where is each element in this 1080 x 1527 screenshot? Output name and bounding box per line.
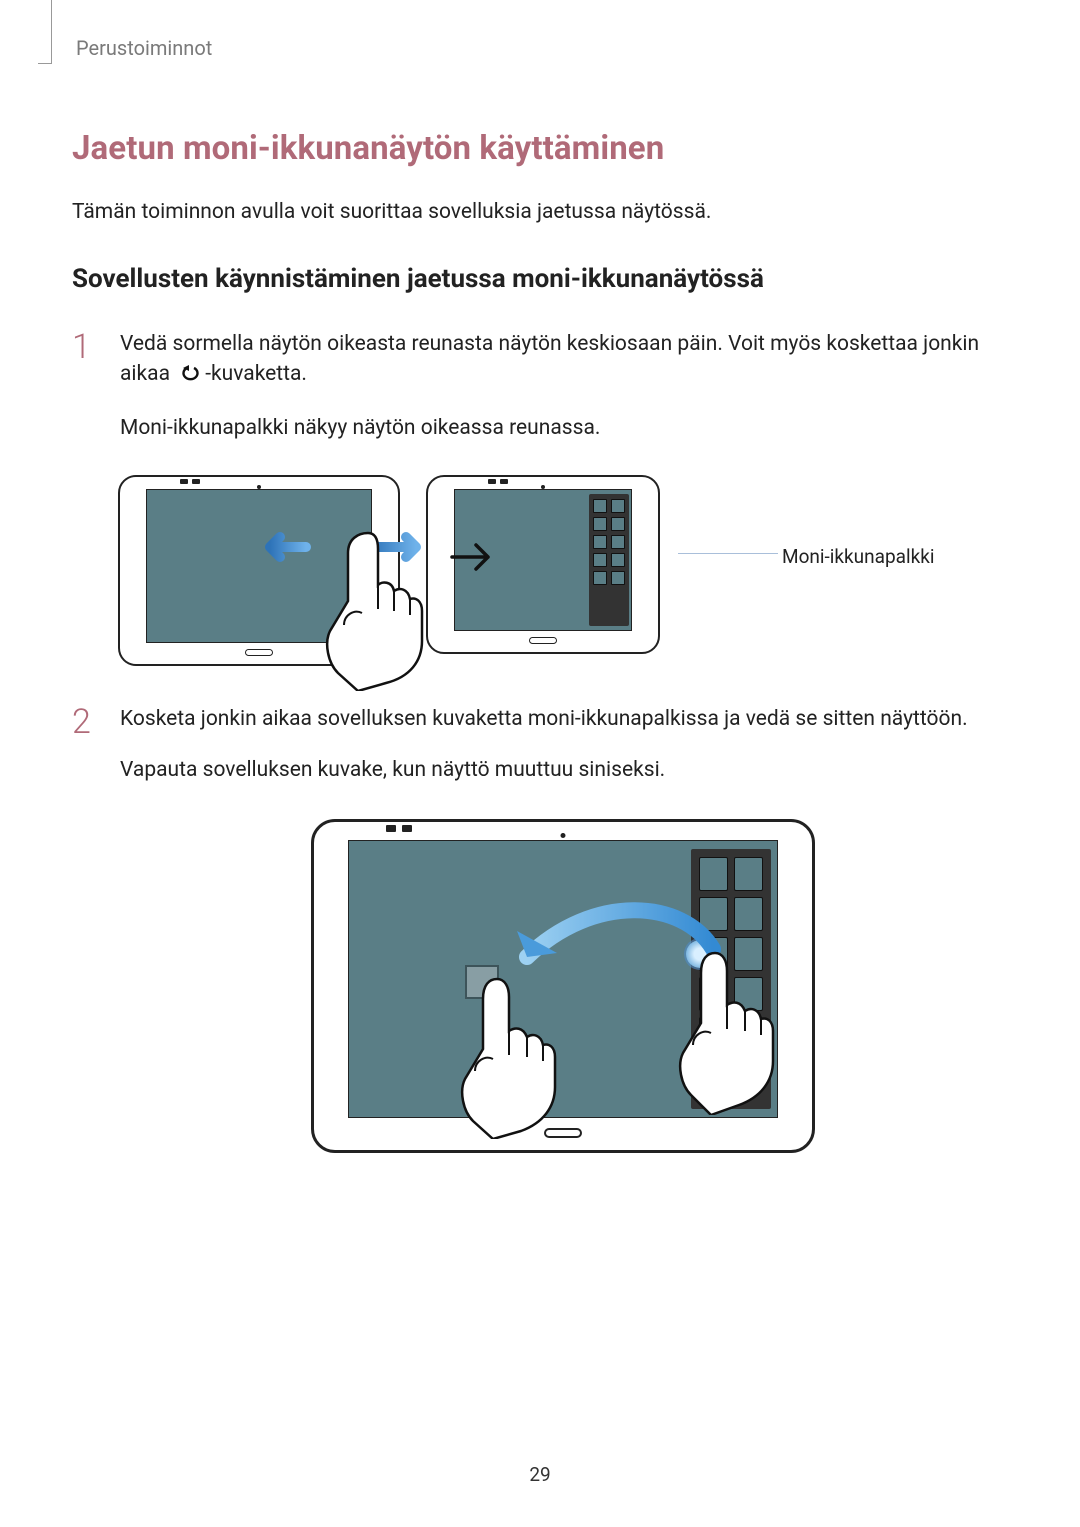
callout-line [678,553,778,554]
home-button-icon [529,637,557,644]
step-2-number: 2 [72,704,120,805]
page-number: 29 [0,1461,1080,1489]
page-title: Jaetun moni-ikkunanäytön käyttäminen [72,125,1008,173]
home-button-icon [245,649,273,656]
hand-pointing-icon [310,523,430,691]
step-2-text-line1: Kosketa jonkin aikaa sovelluksen kuvaket… [120,704,1008,734]
figure-2 [118,819,1008,1153]
step-1-text-line2: Moni-ikkunapalkki näkyy näytön oikeassa … [120,413,1008,443]
tablet-large [311,819,815,1153]
section-heading: Sovellusten käynnistäminen jaetussa moni… [72,261,1008,299]
step-1-text-line1: Vedä sormella näytön oikeasta reunasta n… [120,329,1008,393]
step-1-number: 1 [72,329,120,463]
breadcrumb: Perustoiminnot [76,34,1008,63]
figure-1: Moni-ikkunapalkki [118,475,1008,666]
header-tab-line [38,0,52,64]
back-icon [177,362,203,392]
intro-paragraph: Tämän toiminnon avulla voit suorittaa so… [72,197,1008,227]
hand-touching-tray-icon [667,945,777,1115]
callout-label: Moni-ikkunapalkki [782,543,934,571]
step-1: 1 Vedä sormella näytön oikeasta reunasta… [72,329,1008,463]
step-1-text-part2: -kuvaketta. [205,362,307,386]
step-2-text-line2: Vapauta sovelluksen kuvake, kun näyttö m… [120,755,1008,785]
step-2: 2 Kosketa jonkin aikaa sovelluksen kuvak… [72,704,1008,805]
arrow-right-icon [448,539,504,575]
hand-dropping-icon [449,973,559,1139]
multi-window-tray-icon [589,494,629,626]
